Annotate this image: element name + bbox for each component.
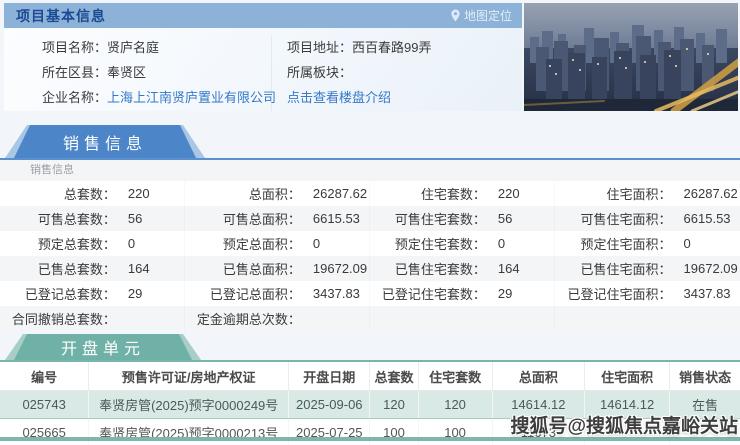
view-property-intro-link[interactable]: 点击查看楼盘介绍 <box>287 90 391 105</box>
tab-sales-label: 销售信息 <box>14 125 196 158</box>
sales-value: 0 <box>301 236 369 251</box>
col-header-residential-area: 住宅面积 <box>585 362 670 391</box>
sales-value: 3437.83 <box>672 286 740 301</box>
sales-value: 56 <box>116 211 184 226</box>
cell-total-units: 100 <box>370 419 418 445</box>
address-value: 西百春路99弄 <box>352 40 431 55</box>
sales-row-cancelled: 合同撤销总套数： 定金逾期总次数： <box>0 306 740 331</box>
address-label: 项目地址： <box>287 40 352 55</box>
opening-table-header-row: 编号 预售许可证/房地产权证 开盘日期 总套数 住宅套数 总面积 住宅面积 销售… <box>0 362 740 391</box>
sales-label: 已售总面积： <box>185 259 301 278</box>
project-name-value: 贤庐名庭 <box>107 40 159 55</box>
sales-value: 220 <box>116 186 184 201</box>
cell-open-date: 2025-09-06 <box>289 391 370 419</box>
col-header-permit: 预售许可证/房地产权证 <box>89 362 289 391</box>
map-locate-label: 地图定位 <box>464 7 512 24</box>
sales-value: 0 <box>116 236 184 251</box>
company-label: 企业名称： <box>42 90 107 105</box>
sales-label: 预定总套数： <box>0 234 116 253</box>
sales-row-registered: 已登记总套数：29 已登记总面积：3437.83 已登记住宅套数：29 已登记住… <box>0 281 740 306</box>
top-row: 项目基本信息 地图定位 项目名称：贤庐名庭 所在区县：奉贤区 企业名称：上海上江… <box>0 0 740 111</box>
sales-value: 6615.53 <box>672 211 740 226</box>
sales-row-available: 可售总套数：56 可售总面积：6615.53 可售住宅套数：56 可售住宅面积：… <box>0 206 740 231</box>
city-photo <box>524 3 738 111</box>
basic-info-card: 项目基本信息 地图定位 项目名称：贤庐名庭 所在区县：奉贤区 企业名称：上海上江… <box>4 3 522 111</box>
company-link[interactable]: 上海上江南贤庐置业有限公司 <box>107 90 276 105</box>
sales-value: 29 <box>116 286 184 301</box>
col-header-residential-units: 住宅套数 <box>418 362 492 391</box>
sales-label: 可售总套数： <box>0 209 116 228</box>
sales-label: 住宅面积： <box>555 184 672 203</box>
sales-value: 26287.62 <box>301 186 369 201</box>
cell-residential-units: 100 <box>418 419 492 445</box>
page-title: 项目基本信息 <box>16 6 106 26</box>
sales-row-sold: 已售总套数：164 已售总面积：19672.09 已售住宅套数：164 已售住宅… <box>0 256 740 281</box>
tab-sales-info[interactable]: 销售信息 <box>5 125 205 158</box>
tab-opening-label: 开盘单元 <box>14 334 192 360</box>
basic-info-right-col: 项目地址：西百春路99弄 所属板块： 点击查看楼盘介绍 <box>272 35 522 111</box>
sales-label: 可售住宅面积： <box>555 209 672 228</box>
sales-value: 220 <box>486 186 554 201</box>
sales-value: 56 <box>486 211 554 226</box>
sales-value: 164 <box>486 261 554 276</box>
sales-value: 3437.83 <box>301 286 369 301</box>
col-header-number: 编号 <box>0 362 89 391</box>
sales-row-reserved: 预定总套数：0 预定总面积：0 预定住宅套数：0 预定住宅面积：0 <box>0 231 740 256</box>
col-header-open-date: 开盘日期 <box>289 362 370 391</box>
sales-label: 已登记住宅套数： <box>370 284 486 303</box>
sales-label: 总面积： <box>185 184 301 203</box>
sales-label: 可售住宅套数： <box>370 209 486 228</box>
sales-value: 26287.62 <box>672 186 740 201</box>
cell-number: 025665 <box>0 419 89 445</box>
sales-panel: 销售信息 总套数：220 总面积：26287.62 住宅套数：220 住宅面积：… <box>0 158 740 331</box>
basic-info-header: 项目基本信息 地图定位 <box>4 3 522 28</box>
sales-label: 已登记住宅面积： <box>555 284 672 303</box>
sales-label: 已登记总面积： <box>185 284 301 303</box>
district-label: 所在区县： <box>42 65 107 80</box>
sector-label: 所属板块： <box>287 65 352 80</box>
sales-label: 预定总面积： <box>185 234 301 253</box>
sales-label: 已登记总套数： <box>0 284 116 303</box>
col-header-total-units: 总套数 <box>370 362 418 391</box>
sales-value: 19672.09 <box>301 261 369 276</box>
sales-value: 19672.09 <box>672 261 740 276</box>
sales-label: 已售总套数： <box>0 259 116 278</box>
sales-sub-label: 销售信息 <box>0 160 740 181</box>
map-locate-button[interactable]: 地图定位 <box>450 7 512 24</box>
cell-total-units: 120 <box>370 391 418 419</box>
sales-label: 已售住宅面积： <box>555 259 672 278</box>
cell-open-date: 2025-07-25 <box>289 419 370 445</box>
basic-info-body: 项目名称：贤庐名庭 所在区县：奉贤区 企业名称：上海上江南贤庐置业有限公司 项目… <box>4 28 522 111</box>
sales-label: 可售总面积： <box>185 209 301 228</box>
sales-value: 0 <box>486 236 554 251</box>
sales-label: 已售住宅套数： <box>370 259 486 278</box>
sales-value: 6615.53 <box>301 211 369 226</box>
sales-label: 住宅套数： <box>370 184 486 203</box>
cell-permit: 奉贤房管(2025)预字0000213号 <box>89 419 289 445</box>
col-header-sales-status: 销售状态 <box>670 362 740 391</box>
sales-label: 总套数： <box>0 184 116 203</box>
sales-label: 合同撤销总套数： <box>0 309 116 328</box>
sales-value: 164 <box>116 261 184 276</box>
sales-label: 定金逾期总次数： <box>185 309 301 328</box>
basic-info-left-col: 项目名称：贤庐名庭 所在区县：奉贤区 企业名称：上海上江南贤庐置业有限公司 <box>4 35 272 111</box>
col-header-total-area: 总面积 <box>492 362 585 391</box>
sales-label: 预定住宅面积： <box>555 234 672 253</box>
watermark: 搜狐号@搜狐焦点嘉峪关站 <box>510 411 738 438</box>
sales-row-total: 总套数：220 总面积：26287.62 住宅套数：220 住宅面积：26287… <box>0 181 740 206</box>
sales-value: 0 <box>672 236 740 251</box>
map-pin-icon <box>450 9 461 22</box>
sales-label: 预定住宅套数： <box>370 234 486 253</box>
tab-opening-units[interactable]: 开盘单元 <box>5 334 201 360</box>
project-name-label: 项目名称： <box>42 40 107 55</box>
district-value: 奉贤区 <box>107 65 146 80</box>
cell-number: 025743 <box>0 391 89 419</box>
cell-permit: 奉贤房管(2025)预字0000249号 <box>89 391 289 419</box>
cell-residential-units: 120 <box>418 391 492 419</box>
sales-value: 29 <box>486 286 554 301</box>
